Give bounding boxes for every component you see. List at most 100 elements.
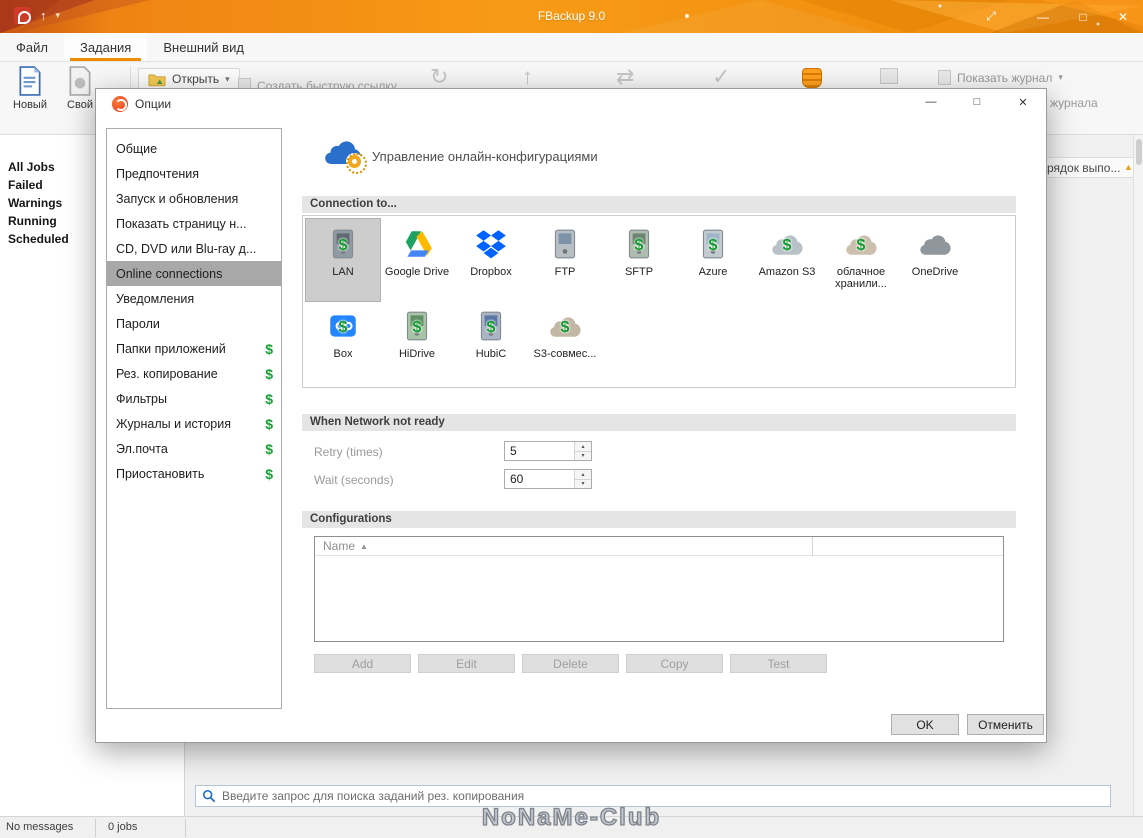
onedrive-icon <box>916 225 954 263</box>
copy-button: Copy <box>626 654 723 673</box>
cloud-storage-icon: $ <box>842 225 880 263</box>
nav-item-app-folders[interactable]: Папки приложений $ <box>107 336 281 361</box>
nav-label: Уведомления <box>116 291 195 306</box>
dropbox-icon <box>472 225 510 263</box>
connection-google-drive[interactable]: Google Drive <box>380 219 454 301</box>
backup-db-button[interactable] <box>802 68 822 88</box>
retry-spin-down-button[interactable]: ▾ <box>575 451 591 460</box>
connection-ftp[interactable]: FTP <box>528 219 602 301</box>
dollar-badge-icon: $ <box>708 236 718 254</box>
connection-hubic[interactable]: $ HubiC <box>454 301 528 383</box>
dollar-badge-icon: $ <box>782 236 792 254</box>
maximize-button[interactable]: □ <box>1063 0 1103 33</box>
hidrive-icon: $ <box>398 307 436 345</box>
column-divider[interactable] <box>812 537 813 556</box>
add-button: Add <box>314 654 411 673</box>
connection-lan[interactable]: $ LAN <box>305 218 381 302</box>
dialog-maximize-button[interactable]: □ <box>960 89 994 115</box>
new-job-label: Новый <box>13 99 47 111</box>
tab-file[interactable]: Файл <box>0 33 64 61</box>
dialog-header-text: Управление онлайн-конфигурациями <box>372 149 598 164</box>
retry-spinner[interactable]: ▴ ▾ <box>504 441 592 461</box>
delete-button: Delete <box>522 654 619 673</box>
dollar-badge-icon: $ <box>338 236 348 254</box>
paid-feature-icon: $ <box>265 390 273 407</box>
connection-s3-compatible[interactable]: $ S3-совмес... <box>528 301 602 383</box>
wait-spinner[interactable]: ▴ ▾ <box>504 469 592 489</box>
section-connection-to: Connection to... <box>302 196 1016 213</box>
minimize-button[interactable]: — <box>1023 0 1063 33</box>
connection-onedrive[interactable]: OneDrive <box>898 219 972 301</box>
show-log-button: Показать журнал ▾ <box>938 70 1063 85</box>
nav-item-email[interactable]: Эл.почта $ <box>107 436 281 461</box>
status-divider <box>95 819 96 837</box>
status-messages: No messages <box>6 821 74 833</box>
azure-icon: $ <box>694 225 732 263</box>
retry-spin-up-button[interactable]: ▴ <box>575 442 591 452</box>
test-button: Test <box>730 654 827 673</box>
connection-label: SFTP <box>624 266 654 278</box>
connection-hidrive[interactable]: $ HiDrive <box>380 301 454 383</box>
connection-sftp[interactable]: $ SFTP <box>602 219 676 301</box>
connection-label: Dropbox <box>470 266 512 278</box>
ftp-drive-icon <box>546 225 584 263</box>
options-dialog: Опции — □ ✕ Общие Предпочтения Запуск и … <box>95 88 1047 743</box>
fullscreen-button[interactable]: ⤢ <box>971 0 1011 33</box>
wait-input[interactable] <box>505 470 574 488</box>
wait-spin-down-button[interactable]: ▾ <box>575 479 591 488</box>
spin-down-icon: ▾ <box>581 481 585 488</box>
open-label: Открыть <box>172 72 220 86</box>
partial-column-header-label: рядок выпо... <box>1047 161 1121 175</box>
up-arrow-icon: ↑ <box>522 64 533 89</box>
dialog-minimize-button[interactable]: — <box>914 89 948 115</box>
refresh-button: ↻ <box>430 66 448 88</box>
search-input[interactable] <box>222 789 1104 803</box>
connection-azure[interactable]: $ Azure <box>676 219 750 301</box>
dialog-title: Опции <box>135 97 172 111</box>
ok-button[interactable]: OK <box>891 714 959 735</box>
connection-label: Google Drive <box>384 266 450 278</box>
check-icon: ✓ <box>712 64 731 89</box>
nav-item-logs-history[interactable]: Журналы и история $ <box>107 411 281 436</box>
nav-item-backup[interactable]: Рез. копирование $ <box>107 361 281 386</box>
nav-label: CD, DVD или Blu-ray д... <box>116 241 257 256</box>
job-search-box[interactable] <box>195 785 1111 807</box>
nav-item-cd-dvd[interactable]: CD, DVD или Blu-ray д... <box>107 236 281 261</box>
panel-button[interactable] <box>880 68 898 84</box>
nav-label: Пароли <box>116 316 160 331</box>
nav-item-notifications[interactable]: Уведомления <box>107 286 281 311</box>
wait-label: Wait (seconds) <box>314 473 394 487</box>
new-job-button[interactable]: Новый <box>6 66 54 130</box>
nav-item-online-connections[interactable]: Online connections <box>107 261 281 286</box>
dialog-close-button[interactable]: ✕ <box>1006 89 1040 115</box>
wait-spin-up-button[interactable]: ▴ <box>575 470 591 480</box>
nav-item-filters[interactable]: Фильтры $ <box>107 386 281 411</box>
nav-item-preferences[interactable]: Предпочтения <box>107 161 281 186</box>
nav-label: Папки приложений <box>116 341 226 356</box>
nav-label: Общие <box>116 141 158 156</box>
connection-cloud-storage[interactable]: $ облачное хранили... <box>824 219 898 301</box>
vertical-scrollbar[interactable] <box>1133 135 1143 816</box>
tab-appearance[interactable]: Внешний вид <box>147 33 260 61</box>
configurations-table-header[interactable]: Name ▲ <box>315 537 1003 556</box>
retry-input[interactable] <box>505 442 574 460</box>
nav-item-startup[interactable]: Запуск и обновления <box>107 186 281 211</box>
nav-label: Показать страницу н... <box>116 216 247 231</box>
name-column-header[interactable]: Name <box>323 539 355 553</box>
connection-amazon-s3[interactable]: $ Amazon S3 <box>750 219 824 301</box>
connection-box[interactable]: $ Box <box>306 301 380 383</box>
connection-label: S3-совмес... <box>533 348 597 360</box>
configurations-table[interactable]: Name ▲ <box>314 536 1004 642</box>
nav-item-general[interactable]: Общие <box>107 136 281 161</box>
nav-item-passwords[interactable]: Пароли <box>107 311 281 336</box>
connection-dropbox[interactable]: Dropbox <box>454 219 528 301</box>
nav-item-show-page[interactable]: Показать страницу н... <box>107 211 281 236</box>
tab-jobs[interactable]: Задания <box>63 33 148 61</box>
scrollbar-thumb[interactable] <box>1136 139 1142 165</box>
nav-item-pause[interactable]: Приостановить $ <box>107 461 281 486</box>
close-button[interactable]: ✕ <box>1103 0 1143 33</box>
properties-icon <box>67 66 93 96</box>
paid-feature-icon: $ <box>265 465 273 482</box>
open-button[interactable]: Открыть ▾ <box>138 68 240 90</box>
cancel-button[interactable]: Отменить <box>967 714 1044 735</box>
